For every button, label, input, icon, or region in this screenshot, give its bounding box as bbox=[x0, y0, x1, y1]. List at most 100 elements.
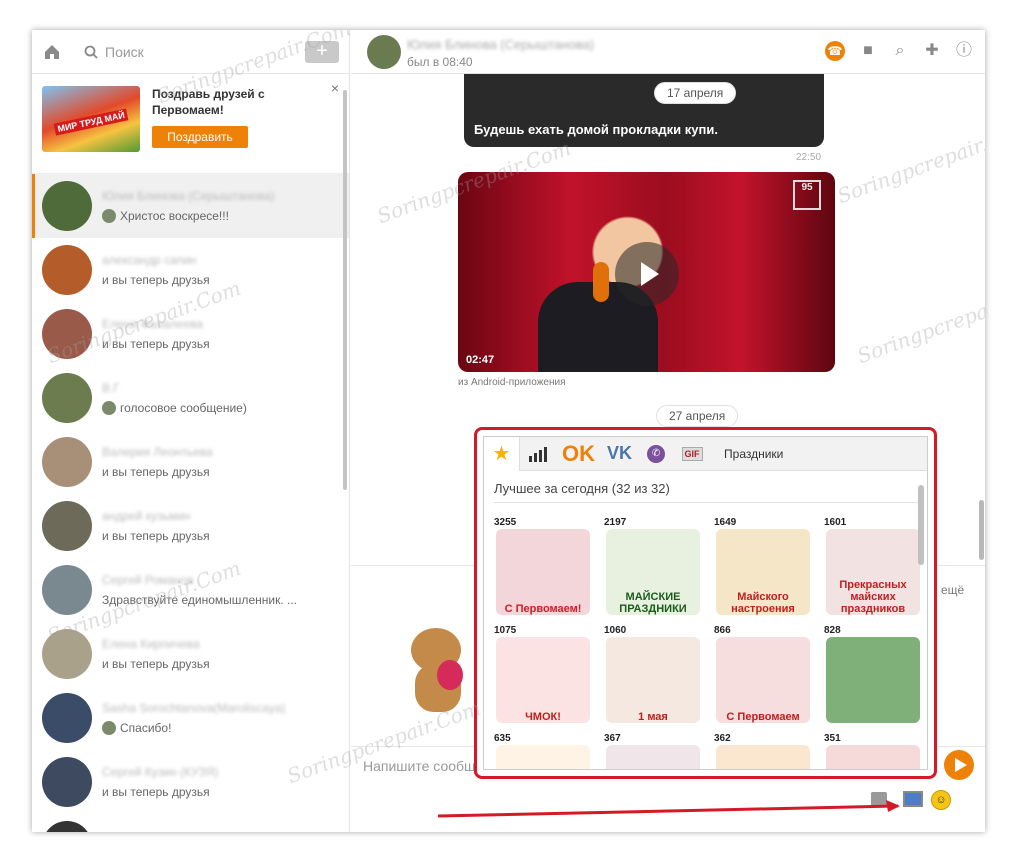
promo-congratulate-button[interactable]: Поздравить bbox=[152, 126, 248, 148]
chat-preview-text: и вы теперь друзья bbox=[102, 785, 210, 799]
ok-logo-icon: OK bbox=[562, 440, 595, 466]
sticker-item[interactable]: 351ВСЕ НА ШАШЛЫКИ! bbox=[822, 733, 922, 769]
tab-favorites[interactable]: ★ bbox=[484, 437, 520, 471]
video-call-icon[interactable]: ■ bbox=[859, 42, 877, 60]
sticker-caption: С Первомаем bbox=[726, 711, 800, 723]
smiley-icon[interactable]: ☺ bbox=[931, 790, 951, 810]
tab-ok[interactable]: OK bbox=[556, 437, 601, 471]
chat-preview-text: Христос воскресе!!! bbox=[120, 209, 229, 223]
tab-holidays[interactable]: Праздники bbox=[710, 437, 789, 471]
sticker-use-count: 635 bbox=[494, 733, 511, 744]
avatar[interactable] bbox=[42, 245, 92, 295]
chat-list-item[interactable]: Елена Фалалеева и вы теперь друзья bbox=[32, 302, 349, 366]
avatar[interactable] bbox=[42, 757, 92, 807]
new-chat-button[interactable]: + bbox=[305, 40, 339, 63]
chat-name: Елена Кирпичева bbox=[102, 637, 200, 651]
sticker-item[interactable]: 866 С Первомаем bbox=[712, 625, 812, 727]
avatar bbox=[102, 721, 116, 735]
chat-list-item[interactable]: Sasha Sorochtanova(Maroliscaya) Спасибо! bbox=[32, 686, 349, 750]
chat-sidebar: Поиск + МИР ТРУД МАЙ Поздравь друзей с П… bbox=[32, 30, 350, 832]
chat-list-item[interactable]: Елена Кирпичева и вы теперь друзья bbox=[32, 622, 349, 686]
chat-preview-text: Спасибо! bbox=[120, 721, 172, 735]
bear-sticker[interactable] bbox=[401, 628, 473, 718]
chat-list-item[interactable]: Сергей Романов Здравствуйте единомышленни… bbox=[32, 558, 349, 622]
sticker-item[interactable]: 3255 С Первомаем! bbox=[492, 517, 592, 619]
sticker-caption: Майского настроения bbox=[731, 591, 795, 615]
sticker-use-count: 866 bbox=[714, 625, 731, 636]
sticker-item[interactable]: 1060 1 мая bbox=[602, 625, 702, 727]
sticker-image bbox=[826, 637, 920, 723]
messages-scrollbar[interactable] bbox=[979, 500, 984, 560]
chat-name: Елена Фалалеева bbox=[102, 317, 204, 331]
date-separator: 27 апреля bbox=[656, 405, 739, 427]
avatar[interactable] bbox=[42, 309, 92, 359]
avatar[interactable] bbox=[42, 373, 92, 423]
sticker-item[interactable]: 1075 ЧМОК! bbox=[492, 625, 592, 727]
chat-preview: Христос воскресе!!! bbox=[102, 209, 302, 223]
chat-list-item[interactable]: андрей кузьмин и вы теперь друзья bbox=[32, 494, 349, 558]
add-user-icon[interactable]: ✚ bbox=[923, 42, 941, 60]
search-icon bbox=[84, 45, 98, 59]
phone-icon[interactable]: ☎ bbox=[825, 41, 845, 61]
chat-preview-text: Здравствуйте единомышленник. ... bbox=[102, 593, 297, 607]
sticker-use-count: 367 bbox=[604, 733, 621, 744]
tab-vk[interactable]: VK bbox=[601, 437, 638, 471]
chat-list-item[interactable]: Сергей Зинченко bbox=[32, 814, 349, 832]
tab-popular[interactable] bbox=[520, 437, 556, 471]
play-icon[interactable] bbox=[615, 242, 679, 306]
more-link[interactable]: ещё bbox=[941, 583, 964, 597]
search-field[interactable]: Поиск bbox=[84, 44, 305, 60]
chart-icon bbox=[529, 446, 547, 462]
avatar[interactable] bbox=[42, 565, 92, 615]
viber-icon: ✆ bbox=[647, 444, 666, 463]
tab-viber[interactable]: ✆ bbox=[638, 437, 674, 471]
sticker-item[interactable]: 2197 МАЙСКИЕ ПРАЗДНИКИ bbox=[602, 517, 702, 619]
avatar[interactable] bbox=[42, 693, 92, 743]
send-button[interactable] bbox=[944, 750, 974, 780]
avatar[interactable] bbox=[42, 181, 92, 231]
sticker-item[interactable]: 1649 Майского настроения bbox=[712, 517, 812, 619]
video-message[interactable]: 95 02:47 bbox=[458, 172, 835, 372]
sticker-image bbox=[606, 745, 700, 769]
video-message[interactable]: Будешь ехать домой прокладки купи. bbox=[464, 74, 824, 147]
sticker-caption: ЧМОК! bbox=[525, 711, 561, 723]
avatar[interactable] bbox=[42, 501, 92, 551]
promo-image[interactable]: МИР ТРУД МАЙ bbox=[42, 86, 140, 152]
sticker-scrollbar[interactable] bbox=[918, 485, 924, 565]
chat-preview: голосовое сообщение) bbox=[102, 401, 302, 415]
sticker-item[interactable]: 828 bbox=[822, 625, 922, 727]
sticker-item[interactable]: 1601 Прекрасных майских праздников bbox=[822, 517, 922, 619]
conversation-header: Юлия Блинова (Серыштанова) был в 08:40 ☎… bbox=[351, 30, 985, 74]
sidebar-toolbar: Поиск + bbox=[32, 30, 349, 74]
sticker-item[interactable]: 367 bbox=[602, 733, 702, 769]
info-icon[interactable]: ⓘ bbox=[955, 42, 973, 60]
chat-list-item[interactable]: Валерия Леонтьева и вы теперь друзья bbox=[32, 430, 349, 494]
chat-list: Юлия Блинова (Серыштанова) Христос воскре… bbox=[32, 174, 349, 832]
chat-list-item[interactable]: В.Г голосовое сообщение) bbox=[32, 366, 349, 430]
chat-name: Юлия Блинова (Серыштанова) bbox=[102, 189, 275, 203]
avatar[interactable] bbox=[42, 821, 92, 832]
chat-name: Сергей Кузин (КУЗЯ) bbox=[102, 765, 219, 779]
avatar[interactable] bbox=[42, 629, 92, 679]
close-icon[interactable]: × bbox=[331, 80, 339, 96]
message-input[interactable]: Напишите сообщ bbox=[363, 758, 476, 774]
chat-list-item[interactable]: александр сапин и вы теперь друзья bbox=[32, 238, 349, 302]
chat-list-item[interactable]: Юлия Блинова (Серыштанова) Христос воскре… bbox=[32, 174, 349, 238]
search-icon[interactable]: ⌕ bbox=[891, 42, 909, 60]
sticker-use-count: 1075 bbox=[494, 625, 517, 636]
sidebar-scrollbar[interactable] bbox=[343, 90, 347, 490]
sticker-image bbox=[496, 745, 590, 769]
chat-list-item[interactable]: Сергей Кузин (КУЗЯ) и вы теперь друзья bbox=[32, 750, 349, 814]
sticker-item[interactable]: 635 bbox=[492, 733, 592, 769]
sticker-item[interactable]: 362Спасибо! bbox=[712, 733, 812, 769]
chat-preview-text: и вы теперь друзья bbox=[102, 529, 210, 543]
avatar bbox=[102, 401, 116, 415]
annotation-arrow bbox=[438, 800, 900, 818]
chat-preview: и вы теперь друзья bbox=[102, 337, 302, 351]
home-icon[interactable] bbox=[42, 42, 62, 62]
avatar[interactable] bbox=[367, 34, 401, 69]
avatar[interactable] bbox=[42, 437, 92, 487]
contact-name[interactable]: Юлия Блинова (Серыштанова) bbox=[407, 37, 594, 52]
chat-name: Sasha Sorochtanova(Maroliscaya) bbox=[102, 701, 286, 715]
tab-gif[interactable]: GIF bbox=[674, 437, 710, 471]
